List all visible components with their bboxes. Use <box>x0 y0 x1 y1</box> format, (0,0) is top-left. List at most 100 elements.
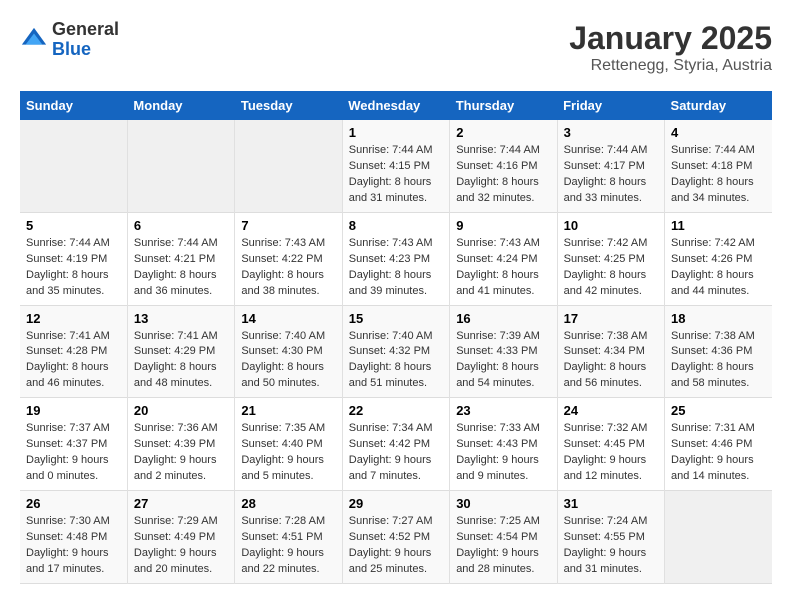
weekday-header: Wednesday <box>342 91 449 120</box>
logo: General Blue <box>20 20 119 60</box>
calendar-week-row: 26Sunrise: 7:30 AMSunset: 4:48 PMDayligh… <box>20 491 772 584</box>
calendar-cell: 5 Sunrise: 7:44 AMSunset: 4:19 PMDaylight… <box>20 212 127 305</box>
day-info: Sunrise: 7:42 AMSunset: 4:26 PMDaylight:… <box>671 237 755 297</box>
day-info: Sunrise: 7:38 AMSunset: 4:36 PMDaylight:… <box>671 330 755 390</box>
calendar-table: SundayMondayTuesdayWednesdayThursdayFrid… <box>20 91 772 584</box>
weekday-header: Thursday <box>450 91 557 120</box>
day-info: Sunrise: 7:44 AMSunset: 4:15 PMDaylight:… <box>349 144 433 204</box>
day-number: 31 <box>564 496 658 511</box>
calendar-cell: 16 Sunrise: 7:39 AMSunset: 4:33 PMDayligh… <box>450 305 557 398</box>
day-info: Sunrise: 7:40 AMSunset: 4:32 PMDaylight:… <box>349 330 433 390</box>
day-number: 29 <box>349 496 443 511</box>
weekday-header: Saturday <box>665 91 772 120</box>
logo-blue-text: Blue <box>52 40 119 60</box>
day-info: Sunrise: 7:42 AMSunset: 4:25 PMDaylight:… <box>564 237 648 297</box>
day-info: Sunrise: 7:35 AMSunset: 4:40 PMDaylight:… <box>241 422 325 482</box>
day-info: Sunrise: 7:43 AMSunset: 4:22 PMDaylight:… <box>241 237 325 297</box>
day-info: Sunrise: 7:32 AMSunset: 4:45 PMDaylight:… <box>564 422 648 482</box>
day-info: Sunrise: 7:31 AMSunset: 4:46 PMDaylight:… <box>671 422 755 482</box>
weekday-header: Friday <box>557 91 664 120</box>
day-info: Sunrise: 7:34 AMSunset: 4:42 PMDaylight:… <box>349 422 433 482</box>
calendar-cell: 23 Sunrise: 7:33 AMSunset: 4:43 PMDayligh… <box>450 398 557 491</box>
calendar-cell: 31 Sunrise: 7:24 AMSunset: 4:55 PMDayligh… <box>557 491 664 584</box>
day-info: Sunrise: 7:39 AMSunset: 4:33 PMDaylight:… <box>456 330 540 390</box>
calendar-cell: 13Sunrise: 7:41 AMSunset: 4:29 PMDayligh… <box>127 305 234 398</box>
calendar-week-row: 1Sunrise: 7:44 AMSunset: 4:15 PMDaylight… <box>20 120 772 212</box>
calendar-cell: 15 Sunrise: 7:40 AMSunset: 4:32 PMDayligh… <box>342 305 449 398</box>
title-block: January 2025 Rettenegg, Styria, Austria <box>569 20 772 75</box>
day-number: 21 <box>241 403 335 418</box>
day-info: Sunrise: 7:37 AMSunset: 4:37 PMDaylight:… <box>26 422 110 482</box>
day-info: Sunrise: 7:24 AMSunset: 4:55 PMDaylight:… <box>564 515 648 575</box>
page-title: January 2025 <box>569 20 772 57</box>
day-info: Sunrise: 7:44 AMSunset: 4:21 PMDaylight:… <box>134 237 218 297</box>
day-number: 25 <box>671 403 766 418</box>
calendar-cell: 20Sunrise: 7:36 AMSunset: 4:39 PMDayligh… <box>127 398 234 491</box>
day-number: 16 <box>456 311 550 326</box>
day-number: 10 <box>564 218 658 233</box>
weekday-header: Sunday <box>20 91 127 120</box>
calendar-cell: 8Sunrise: 7:43 AMSunset: 4:23 PMDaylight… <box>342 212 449 305</box>
calendar-cell: 6 Sunrise: 7:44 AMSunset: 4:21 PMDaylight… <box>127 212 234 305</box>
day-number: 19 <box>26 403 121 418</box>
calendar-cell: 24 Sunrise: 7:32 AMSunset: 4:45 PMDayligh… <box>557 398 664 491</box>
day-number: 14 <box>241 311 335 326</box>
day-number: 11 <box>671 218 766 233</box>
day-number: 5 <box>26 218 121 233</box>
day-number: 6 <box>134 218 228 233</box>
calendar-cell <box>665 491 772 584</box>
calendar-cell <box>235 120 342 212</box>
day-info: Sunrise: 7:41 AMSunset: 4:28 PMDaylight:… <box>26 330 110 390</box>
calendar-cell <box>20 120 127 212</box>
logo-icon <box>20 26 48 54</box>
day-info: Sunrise: 7:25 AMSunset: 4:54 PMDaylight:… <box>456 515 540 575</box>
calendar-cell: 22Sunrise: 7:34 AMSunset: 4:42 PMDayligh… <box>342 398 449 491</box>
day-info: Sunrise: 7:33 AMSunset: 4:43 PMDaylight:… <box>456 422 540 482</box>
day-info: Sunrise: 7:44 AMSunset: 4:19 PMDaylight:… <box>26 237 110 297</box>
calendar-cell: 18 Sunrise: 7:38 AMSunset: 4:36 PMDayligh… <box>665 305 772 398</box>
calendar-week-row: 12 Sunrise: 7:41 AMSunset: 4:28 PMDayligh… <box>20 305 772 398</box>
day-number: 18 <box>671 311 766 326</box>
calendar-cell: 7 Sunrise: 7:43 AMSunset: 4:22 PMDaylight… <box>235 212 342 305</box>
day-info: Sunrise: 7:40 AMSunset: 4:30 PMDaylight:… <box>241 330 325 390</box>
calendar-cell: 28Sunrise: 7:28 AMSunset: 4:51 PMDayligh… <box>235 491 342 584</box>
day-number: 23 <box>456 403 550 418</box>
day-info: Sunrise: 7:30 AMSunset: 4:48 PMDaylight:… <box>26 515 110 575</box>
calendar-cell: 4Sunrise: 7:44 AMSunset: 4:18 PMDaylight… <box>665 120 772 212</box>
day-number: 30 <box>456 496 550 511</box>
calendar-cell: 2Sunrise: 7:44 AMSunset: 4:16 PMDaylight… <box>450 120 557 212</box>
calendar-cell: 19 Sunrise: 7:37 AMSunset: 4:37 PMDayligh… <box>20 398 127 491</box>
calendar-week-row: 5 Sunrise: 7:44 AMSunset: 4:19 PMDaylight… <box>20 212 772 305</box>
day-number: 4 <box>671 125 766 140</box>
calendar-week-row: 19 Sunrise: 7:37 AMSunset: 4:37 PMDayligh… <box>20 398 772 491</box>
calendar-cell: 9 Sunrise: 7:43 AMSunset: 4:24 PMDaylight… <box>450 212 557 305</box>
day-number: 7 <box>241 218 335 233</box>
calendar-cell: 10 Sunrise: 7:42 AMSunset: 4:25 PMDayligh… <box>557 212 664 305</box>
weekday-header: Monday <box>127 91 234 120</box>
day-number: 17 <box>564 311 658 326</box>
day-number: 12 <box>26 311 121 326</box>
calendar-cell: 12 Sunrise: 7:41 AMSunset: 4:28 PMDayligh… <box>20 305 127 398</box>
day-number: 15 <box>349 311 443 326</box>
calendar-cell: 30 Sunrise: 7:25 AMSunset: 4:54 PMDayligh… <box>450 491 557 584</box>
calendar-cell: 17 Sunrise: 7:38 AMSunset: 4:34 PMDayligh… <box>557 305 664 398</box>
weekday-header: Tuesday <box>235 91 342 120</box>
calendar-cell: 29Sunrise: 7:27 AMSunset: 4:52 PMDayligh… <box>342 491 449 584</box>
day-number: 27 <box>134 496 228 511</box>
day-info: Sunrise: 7:41 AMSunset: 4:29 PMDaylight:… <box>134 330 218 390</box>
calendar-cell: 21 Sunrise: 7:35 AMSunset: 4:40 PMDayligh… <box>235 398 342 491</box>
day-info: Sunrise: 7:29 AMSunset: 4:49 PMDaylight:… <box>134 515 218 575</box>
day-info: Sunrise: 7:43 AMSunset: 4:24 PMDaylight:… <box>456 237 540 297</box>
calendar-cell: 26Sunrise: 7:30 AMSunset: 4:48 PMDayligh… <box>20 491 127 584</box>
calendar-cell: 27 Sunrise: 7:29 AMSunset: 4:49 PMDayligh… <box>127 491 234 584</box>
day-number: 20 <box>134 403 228 418</box>
day-info: Sunrise: 7:38 AMSunset: 4:34 PMDaylight:… <box>564 330 648 390</box>
day-number: 24 <box>564 403 658 418</box>
day-info: Sunrise: 7:44 AMSunset: 4:16 PMDaylight:… <box>456 144 540 204</box>
day-number: 9 <box>456 218 550 233</box>
calendar-cell: 14 Sunrise: 7:40 AMSunset: 4:30 PMDayligh… <box>235 305 342 398</box>
calendar-cell <box>127 120 234 212</box>
calendar-cell: 3Sunrise: 7:44 AMSunset: 4:17 PMDaylight… <box>557 120 664 212</box>
day-number: 8 <box>349 218 443 233</box>
day-number: 28 <box>241 496 335 511</box>
